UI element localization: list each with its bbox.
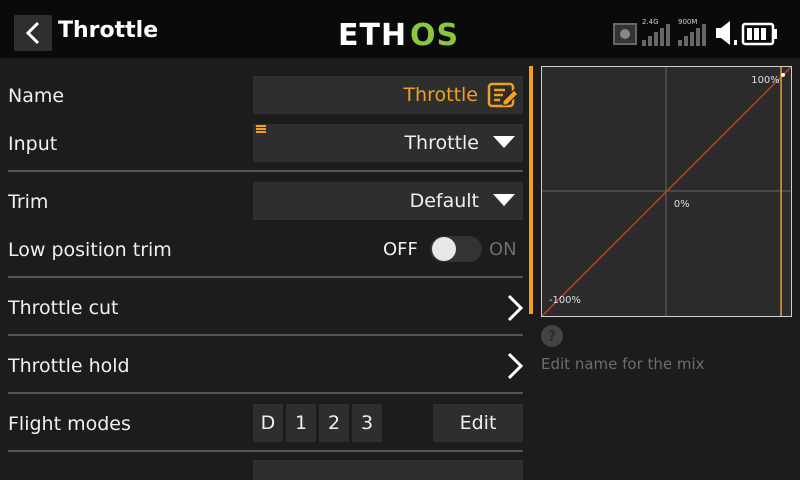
chevron-left-icon (25, 21, 40, 45)
help-icon: ? (541, 325, 563, 347)
trim-select[interactable]: Default (253, 182, 523, 220)
scrollbar[interactable] (529, 66, 533, 314)
divider (8, 334, 523, 336)
divider (8, 276, 523, 278)
edit-icon (487, 82, 519, 108)
flight-modes-label: Flight modes (8, 413, 131, 435)
flight-mode-3[interactable]: 3 (352, 404, 382, 442)
chevron-right-icon[interactable] (505, 351, 525, 381)
flight-mode-d[interactable]: D (253, 404, 283, 442)
signal-2-4-label: 2.4G (642, 18, 659, 26)
module-icon (613, 23, 637, 45)
signal-2-4-icon (642, 24, 670, 46)
flight-mode-2[interactable]: 2 (319, 404, 349, 442)
input-select[interactable]: Throttle (253, 124, 523, 162)
divider (8, 392, 523, 394)
trim-value: Default (409, 190, 479, 212)
chevron-right-icon[interactable] (505, 293, 525, 323)
toggle-on-label: ON (489, 239, 517, 260)
divider (8, 450, 523, 452)
input-label: Input (8, 133, 58, 155)
dropdown-caret-icon (493, 194, 515, 206)
toggle-knob[interactable] (432, 237, 456, 261)
name-label: Name (8, 85, 65, 107)
graph-label-top-right: 100% (751, 75, 779, 86)
svg-text:OS: OS (410, 18, 459, 50)
toggle-off-label: OFF (383, 239, 418, 260)
curve-point (781, 72, 786, 77)
partial-field[interactable] (253, 460, 523, 480)
graph-label-center: 0% (674, 199, 690, 210)
trim-label: Trim (8, 191, 49, 213)
input-value: Throttle (404, 132, 479, 154)
throttle-cut-label: Throttle cut (8, 297, 119, 319)
status-icons: 2.4G 900M (613, 18, 777, 46)
throttle-hold-label: Throttle hold (8, 355, 130, 377)
help-text: Edit name for the mix (541, 355, 705, 373)
svg-text:ETH: ETH (338, 18, 407, 50)
flight-mode-1[interactable]: 1 (286, 404, 316, 442)
dropdown-caret-icon (493, 136, 515, 148)
signal-900-icon (678, 24, 706, 46)
name-field[interactable]: Throttle (253, 76, 523, 114)
divider (8, 170, 523, 172)
flight-modes-edit-button[interactable]: Edit (433, 404, 523, 442)
page-title: Throttle (58, 18, 159, 43)
ethos-logo: ETH OS (338, 18, 459, 50)
battery-icon (741, 22, 777, 46)
signal-900-label: 900M (678, 18, 697, 26)
graph-label-bottom-left: -100% (549, 295, 581, 306)
curve-graph: 100% 0% -100% (541, 66, 792, 317)
menu-icon (256, 125, 266, 133)
low-position-trim-label: Low position trim (8, 239, 172, 261)
header-bar: Throttle ETH OS 2.4G 900M (0, 0, 800, 58)
back-button[interactable] (14, 15, 52, 51)
speaker-icon (716, 21, 737, 45)
name-value: Throttle (403, 84, 478, 106)
